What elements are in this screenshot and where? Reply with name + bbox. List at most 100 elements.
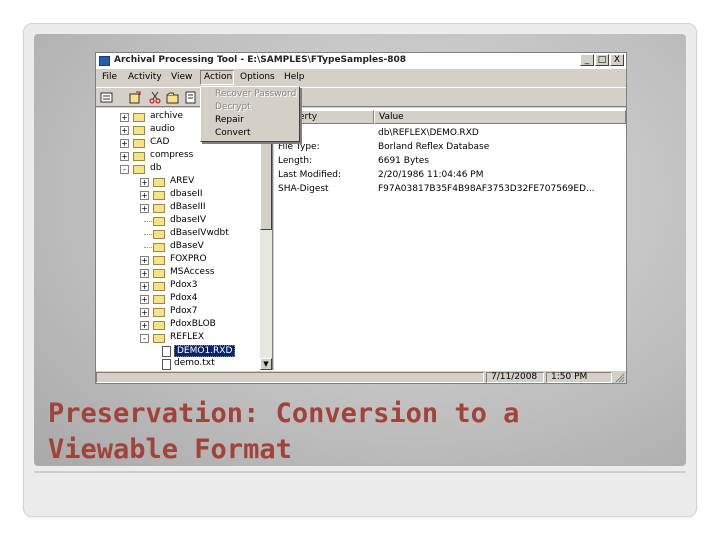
- status-time: 1:50 PM: [546, 372, 612, 383]
- tree-item[interactable]: DEMO1.RXD: [96, 345, 260, 358]
- property-value[interactable]: db\REFLEX\DEMO.RXD: [378, 128, 479, 141]
- column-header-value[interactable]: Value: [374, 110, 626, 124]
- file-icon: [162, 359, 171, 370]
- folder-icon: [133, 139, 145, 148]
- tree-item-label: REFLEX: [170, 332, 204, 342]
- cut-icon[interactable]: [148, 91, 162, 104]
- tree-connector: [144, 221, 152, 222]
- app-window: Archival Processing Tool - E:\SAMPLES\FT…: [96, 53, 626, 383]
- folder-icon: [153, 334, 165, 343]
- tree-item[interactable]: dBaseIVwdbt: [96, 228, 260, 241]
- document-icon[interactable]: [184, 91, 198, 104]
- folder-icon: [133, 113, 145, 122]
- collapse-icon[interactable]: -: [120, 165, 129, 174]
- tree-item[interactable]: + PdoxBLOB: [96, 319, 260, 332]
- tree-item-label: Pdox7: [170, 306, 198, 316]
- expand-icon[interactable]: +: [140, 269, 149, 278]
- expand-icon[interactable]: +: [140, 282, 149, 291]
- properties-icon[interactable]: [100, 91, 114, 104]
- tree-scrollbar[interactable]: ▲ ▼: [260, 108, 272, 370]
- folder-icon: [153, 269, 165, 278]
- status-date: 7/11/2008: [486, 372, 544, 383]
- expand-icon[interactable]: +: [140, 178, 149, 187]
- tree-item-label: db: [150, 163, 162, 173]
- menu-item-repair[interactable]: Repair: [215, 115, 244, 125]
- menu-activity[interactable]: Activity: [128, 72, 162, 82]
- expand-icon[interactable]: +: [140, 191, 149, 200]
- tree-item[interactable]: + MSAccess: [96, 267, 260, 280]
- expand-icon[interactable]: +: [120, 113, 129, 122]
- tree-item[interactable]: dbaseIV: [96, 215, 260, 228]
- tree-item[interactable]: + Pdox4: [96, 293, 260, 306]
- tree-item-label: dBaseV: [170, 241, 204, 251]
- folder-icon: [153, 191, 165, 200]
- menu-options[interactable]: Options: [240, 72, 275, 82]
- tree-item-label: DEMO1.RXD: [174, 345, 236, 357]
- tree-item-label: FOXPRO: [170, 254, 207, 264]
- property-value[interactable]: F97A03817B35F4B98AF3753D32FE707569ED...: [378, 184, 595, 197]
- menu-help[interactable]: Help: [284, 72, 305, 82]
- folder-icon: [153, 321, 165, 330]
- toolbar: y: [96, 87, 626, 107]
- app-icon: [99, 56, 110, 66]
- menu-view[interactable]: View: [171, 72, 192, 82]
- folder-icon: [153, 308, 165, 317]
- minimize-button[interactable]: _: [580, 54, 594, 66]
- folder-icon[interactable]: [166, 91, 180, 104]
- property-value[interactable]: 2/20/1986 11:04:46 PM: [378, 170, 483, 183]
- tree-item-label: audio: [150, 124, 175, 134]
- menu-item-decrypt: Decrypt: [215, 102, 251, 112]
- menu-item-convert[interactable]: Convert: [215, 128, 251, 138]
- tree-item[interactable]: - db: [96, 163, 260, 176]
- folder-icon: [153, 204, 165, 213]
- folder-icon: [153, 178, 165, 187]
- resize-grip-icon[interactable]: [614, 372, 625, 383]
- expand-icon[interactable]: +: [140, 308, 149, 317]
- property-value[interactable]: 6691 Bytes: [378, 156, 429, 169]
- tree-item-label: MSAccess: [170, 267, 215, 277]
- expand-icon[interactable]: +: [120, 152, 129, 161]
- property-name: Length:: [278, 156, 313, 166]
- folder-tree: + archive + audio + CAD + compress - db + AREV + dbas…: [96, 108, 273, 370]
- tree-item-label: dBaseIVwdbt: [170, 228, 229, 238]
- folder-icon: [153, 230, 165, 239]
- tree-item[interactable]: + Pdox3: [96, 280, 260, 293]
- collapse-icon[interactable]: -: [140, 334, 149, 343]
- tree-connector: [144, 247, 152, 248]
- tree-item[interactable]: dBaseV: [96, 241, 260, 254]
- tree-item[interactable]: + Pdox7: [96, 306, 260, 319]
- expand-icon[interactable]: +: [120, 126, 129, 135]
- tree-item[interactable]: + FOXPRO: [96, 254, 260, 267]
- menu-file[interactable]: File: [102, 72, 117, 82]
- tree-item-label: Pdox4: [170, 293, 198, 303]
- slide-divider: [34, 471, 686, 473]
- expand-icon[interactable]: +: [140, 321, 149, 330]
- folder-icon: [153, 243, 165, 252]
- tree-item-label: CAD: [150, 137, 170, 147]
- tree-item[interactable]: + compress: [96, 150, 260, 163]
- folder-icon: [133, 152, 145, 161]
- property-name: SHA-Digest: [278, 184, 329, 194]
- scroll-down-arrow-icon[interactable]: ▼: [260, 358, 272, 370]
- expand-icon[interactable]: +: [120, 139, 129, 148]
- folder-icon: [153, 217, 165, 226]
- close-button[interactable]: X: [610, 54, 624, 66]
- add-icon[interactable]: [128, 91, 142, 104]
- property-value[interactable]: Borland Reflex Database: [378, 142, 489, 155]
- caption-line-1: Preservation: Conversion to a: [48, 398, 520, 429]
- maximize-button[interactable]: □: [595, 54, 609, 66]
- property-name: Last Modified:: [278, 170, 342, 180]
- folder-icon: [133, 126, 145, 135]
- tree-item-label: AREV: [170, 176, 195, 186]
- expand-icon[interactable]: +: [140, 204, 149, 213]
- status-bar: 7/11/2008 1:50 PM: [96, 370, 626, 383]
- tree-item[interactable]: + AREV: [96, 176, 260, 189]
- tree-item[interactable]: demo.txt: [96, 358, 260, 370]
- tree-item[interactable]: + dBaseIII: [96, 202, 260, 215]
- expand-icon[interactable]: +: [140, 256, 149, 265]
- expand-icon[interactable]: +: [140, 295, 149, 304]
- tree-item[interactable]: - REFLEX: [96, 332, 260, 345]
- menu-action-highlight: [200, 70, 234, 85]
- tree-item-label: PdoxBLOB: [170, 319, 216, 329]
- tree-item[interactable]: + dbaseII: [96, 189, 260, 202]
